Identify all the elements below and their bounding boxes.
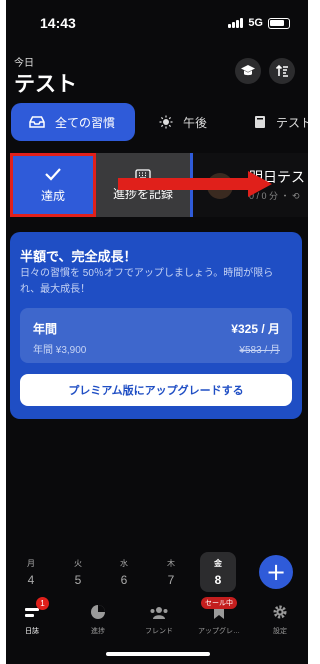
day-wednesday[interactable]: 水 6: [106, 552, 142, 592]
sale-badge: セール中: [201, 597, 237, 609]
day-friday[interactable]: 金 8: [200, 552, 236, 592]
tab-settings[interactable]: 設定: [250, 600, 308, 640]
annual-plan-option[interactable]: 年間 ¥325 / 月 年間 ¥3,900 ¥583 / 月: [20, 308, 292, 363]
sort-button[interactable]: [269, 58, 295, 84]
day-of-week: 木: [167, 559, 175, 568]
premium-promo-card: 半額で、完全成長！ 日々の習慣を 50％オフでアップしましょう。時間が限られ、最…: [10, 232, 302, 419]
tab-label: 午後: [183, 115, 208, 130]
pie-chart-icon: [91, 605, 105, 619]
tab-all-habits[interactable]: 全ての習慣: [11, 103, 135, 141]
gear-icon: [273, 605, 287, 619]
book-icon: [255, 116, 265, 128]
day-number: 6: [120, 573, 128, 587]
day-number: 8: [214, 573, 222, 587]
tab-test[interactable]: テスト: [254, 103, 308, 141]
friends-icon: [150, 607, 168, 619]
tab-journal[interactable]: 1 日誌: [6, 597, 62, 640]
signal-icon: [228, 18, 244, 28]
tab-friends[interactable]: フレンド: [129, 600, 189, 640]
promo-title: 半額で、完全成長！: [20, 249, 137, 264]
battery-icon: [268, 17, 290, 29]
checkmark-icon: [45, 167, 61, 181]
day-number: 7: [167, 573, 175, 587]
plan-price: ¥325 / 月: [231, 322, 280, 336]
add-habit-button[interactable]: +: [259, 555, 293, 589]
network-label: 5G: [248, 17, 263, 29]
inbox-icon: [29, 116, 45, 128]
tab-label: 設定: [273, 628, 287, 635]
header-subtitle: 今日: [14, 58, 34, 69]
plan-name: 年間: [33, 322, 58, 336]
day-tuesday[interactable]: 火 5: [60, 552, 96, 592]
done-action-button[interactable]: 達成: [10, 153, 96, 217]
tab-progress[interactable]: 進捗: [68, 600, 128, 640]
app-screen: 14:43 5G 今日 テスト 全ての習慣 午後 テスト 達成 進捗を記録 明日…: [6, 0, 308, 664]
status-bar: 14:43 5G: [6, 15, 308, 33]
day-of-week: 水: [120, 559, 128, 568]
day-thursday[interactable]: 木 7: [153, 552, 189, 592]
plus-icon: +: [265, 558, 287, 586]
achievements-button[interactable]: [235, 58, 261, 84]
tab-label: 進捗: [91, 628, 105, 635]
home-indicator: [106, 652, 210, 656]
tab-label: テスト: [276, 115, 308, 130]
day-number: 4: [27, 573, 35, 587]
day-of-week: 金: [214, 559, 222, 568]
graduation-cap-icon: [241, 65, 255, 76]
day-of-week: 火: [74, 559, 82, 568]
plan-original-price: ¥583 / 月: [239, 345, 280, 356]
tab-label: 日誌: [25, 628, 39, 635]
day-monday[interactable]: 月 4: [13, 552, 49, 592]
tab-label: フレンド: [145, 628, 173, 635]
tab-label: 全ての習慣: [55, 115, 116, 130]
tab-label: アップグレ…: [198, 628, 240, 635]
tab-bar: 1 日誌 進捗 フレンド セール中 アップグレ… 設定: [6, 597, 308, 645]
day-of-week: 月: [27, 559, 35, 568]
sort-icon: [275, 64, 288, 77]
day-number: 5: [74, 573, 82, 587]
tab-upgrade[interactable]: セール中 アップグレ…: [189, 597, 249, 640]
tab-afternoon[interactable]: 午後: [159, 103, 207, 141]
upgrade-button[interactable]: プレミアム版にアップグレードする: [20, 374, 292, 406]
swipe-arrow-icon: [118, 171, 272, 197]
done-label: 達成: [40, 188, 65, 203]
promo-description: 日々の習慣を 50％オフでアップしましょう。時間が限られ、最大成長！: [20, 268, 274, 295]
sun-icon: [159, 115, 173, 129]
status-indicators: 5G: [228, 17, 290, 29]
page-title: テスト: [14, 73, 77, 96]
plan-yearly-total: 年間 ¥3,900: [33, 345, 87, 356]
status-time: 14:43: [40, 15, 76, 31]
notification-badge: 1: [36, 597, 49, 610]
